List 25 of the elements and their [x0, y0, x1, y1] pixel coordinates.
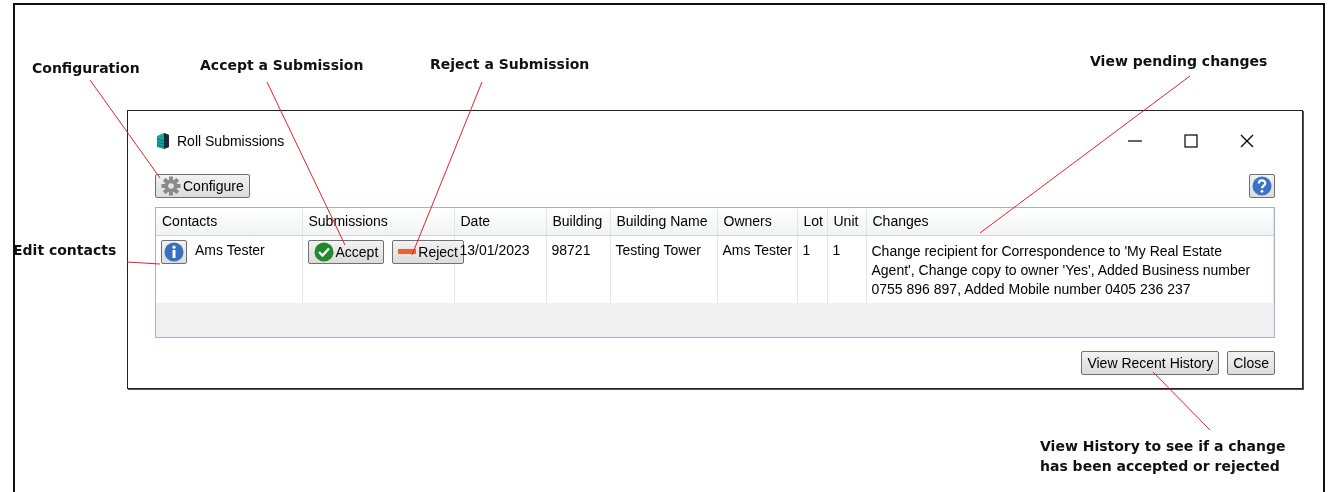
close-button[interactable]: Close	[1227, 351, 1275, 375]
window-title: Roll Submissions	[177, 131, 285, 151]
column-header[interactable]: Lot	[797, 208, 827, 235]
contact-name: Ams Tester	[195, 240, 265, 260]
column-header[interactable]: Contacts	[156, 208, 302, 235]
callout-label: View pending changes	[1090, 52, 1268, 71]
column-header[interactable]: Owners	[717, 208, 797, 235]
table-cell: Ams Tester	[717, 235, 797, 303]
table-cell: Testing Tower	[610, 235, 717, 303]
table-cell: 98721	[546, 235, 610, 303]
table-cell: Change recipient for Correspondence to 'My Real Estate Agent', Change copy to owner 'Yes', Added Business number 0755 896 897, Added Mobile number 0405 236 237	[866, 235, 1274, 303]
column-header[interactable]: Date	[454, 208, 546, 235]
callout-label: Configuration	[32, 59, 140, 78]
callout-label: Reject a Submission	[430, 55, 590, 74]
table-cell: 1	[797, 235, 827, 303]
column-header[interactable]: Changes	[866, 208, 1274, 235]
column-header[interactable]: Building	[546, 208, 610, 235]
callout-label: Accept a Submission	[200, 56, 364, 75]
column-header[interactable]: Building Name	[610, 208, 717, 235]
configure-button[interactable]: Configure	[155, 174, 250, 198]
history-button[interactable]: View Recent History	[1081, 351, 1220, 375]
callout-label: View History to see if a change has been accepted or rejected	[1040, 437, 1287, 476]
table-cell: 1	[827, 235, 866, 303]
column-header[interactable]: Unit	[827, 208, 866, 235]
accept-button[interactable]: Accept	[307, 239, 385, 264]
